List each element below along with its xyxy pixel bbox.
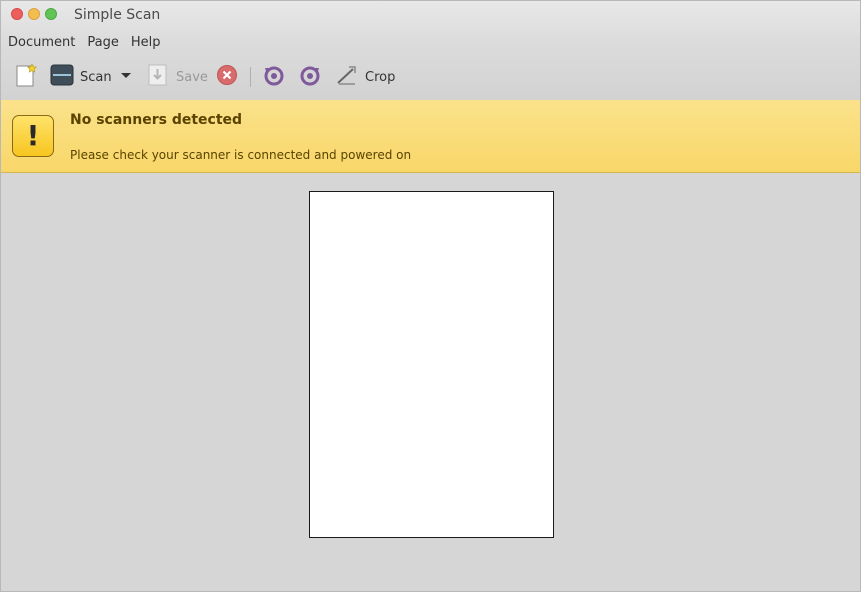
new-document-icon	[13, 62, 39, 92]
menu-document[interactable]: Document	[1, 34, 81, 54]
toolbar-separator	[250, 67, 251, 87]
header-area: Simple Scan Document Page Help Scan Save…	[1, 1, 860, 101]
save-label: Save	[176, 69, 208, 85]
rotate-right-icon	[299, 64, 321, 90]
new-document-button[interactable]	[13, 61, 39, 93]
menu-page[interactable]: Page	[81, 34, 124, 54]
infobar-message: Please check your scanner is connected a…	[70, 148, 412, 162]
crop-icon	[335, 63, 359, 91]
rotate-right-button[interactable]	[299, 61, 321, 93]
rotate-left-button[interactable]	[263, 61, 285, 93]
warning-glyph: !	[26, 119, 40, 152]
minimize-window-button[interactable]	[28, 8, 40, 20]
window-title: Simple Scan	[74, 7, 161, 23]
toolbar: Scan Save Crop	[1, 61, 860, 93]
chevron-down-icon	[119, 68, 133, 86]
stop-scan-button[interactable]	[216, 61, 238, 93]
maximize-window-button[interactable]	[45, 8, 57, 20]
rotate-left-icon	[263, 64, 285, 90]
menu-help[interactable]: Help	[125, 34, 167, 54]
crop-button[interactable]: Crop	[335, 61, 395, 93]
no-scanner-infobar: ! No scanners detected Please check your…	[1, 100, 860, 173]
scanner-icon	[50, 63, 74, 91]
title-bar: Simple Scan	[1, 1, 860, 29]
crop-label: Crop	[365, 69, 396, 85]
save-button[interactable]: Save	[148, 61, 208, 93]
scan-button[interactable]: Scan	[50, 61, 112, 93]
scan-options-dropdown[interactable]	[119, 61, 133, 93]
menu-bar: Document Page Help	[1, 34, 166, 54]
cancel-icon	[216, 64, 238, 90]
warning-icon: !	[12, 115, 54, 157]
close-window-button[interactable]	[11, 8, 23, 20]
scan-page-preview[interactable]	[309, 191, 554, 538]
infobar-title: No scanners detected	[70, 112, 243, 128]
simple-scan-window: Simple Scan Document Page Help Scan Save…	[0, 0, 861, 592]
save-icon	[148, 63, 168, 91]
scan-label: Scan	[80, 69, 112, 85]
